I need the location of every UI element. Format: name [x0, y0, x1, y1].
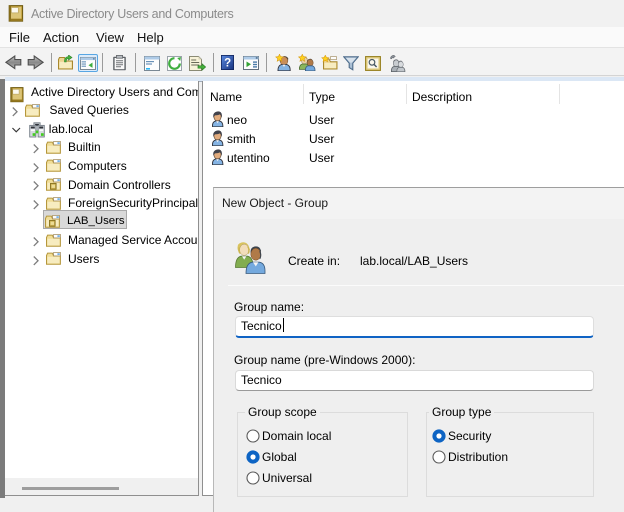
svg-text:?: ?: [224, 57, 231, 69]
